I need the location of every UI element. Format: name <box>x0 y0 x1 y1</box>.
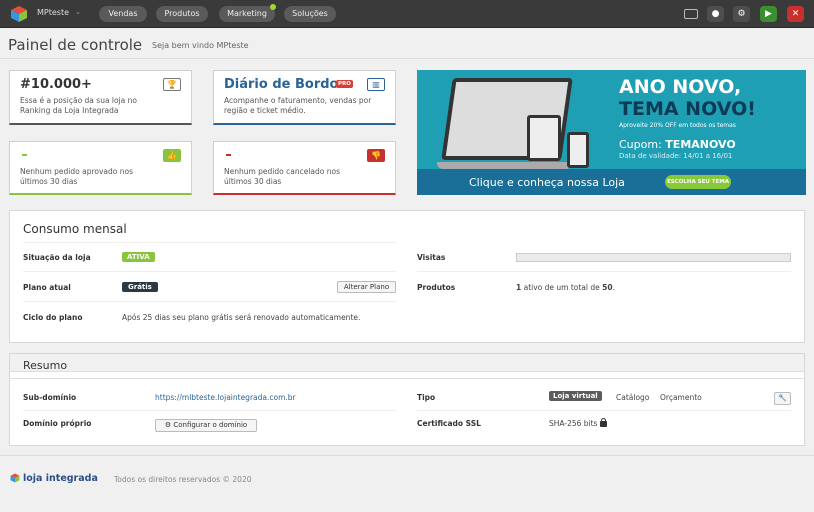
divider <box>23 271 396 272</box>
cancelados-desc: Nenhum pedido cancelado nos últimos 30 d… <box>224 167 341 186</box>
ranking-title: #10.000+ <box>20 77 92 92</box>
diario-card[interactable]: Diário de Bordo PRO Acompanhe o faturame… <box>213 70 396 125</box>
divider <box>23 410 396 411</box>
notification-dot <box>270 4 276 10</box>
banner-validity: Data de validade: 14/01 a 16/01 <box>619 152 733 160</box>
nav-solucoes[interactable]: Soluções <box>284 6 336 22</box>
pro-badge: PRO <box>336 80 353 88</box>
alterar-plano-button[interactable]: Alterar Plano <box>337 281 396 293</box>
configurar-dominio-button[interactable]: ⚙ Configurar o domínio <box>155 419 257 432</box>
nav-marketing[interactable]: Marketing <box>219 6 275 22</box>
ssl-value: SHA-256 bits <box>549 418 608 428</box>
page-title: Painel de controle <box>8 36 143 54</box>
laptop-base-image <box>437 162 572 169</box>
plano-badge: Grátis <box>122 282 158 292</box>
cancelados-dash <box>226 154 231 156</box>
diario-desc: Acompanhe o faturamento, vendas por regi… <box>224 96 372 115</box>
ssl-text: SHA-256 bits <box>549 419 598 428</box>
gear-icon[interactable]: ⚙ <box>733 6 750 22</box>
dominio-label: Domínio próprio <box>23 419 92 428</box>
divider <box>23 301 396 302</box>
choose-theme-button[interactable]: ESCOLHA SEU TEMA <box>665 175 731 189</box>
cancelados-card[interactable]: Nenhum pedido cancelado nos últimos 30 d… <box>213 141 396 195</box>
divider <box>417 410 791 411</box>
store-name[interactable]: MPteste <box>37 8 69 17</box>
footer-logo-icon <box>10 473 20 483</box>
ssl-label: Certificado SSL <box>417 419 481 428</box>
phone-image <box>567 132 589 168</box>
ciclo-label: Ciclo do plano <box>23 313 83 322</box>
visitas-label: Visitas <box>417 253 446 262</box>
tablet-image <box>527 115 561 161</box>
resumo-header <box>10 354 804 372</box>
banner-line1: ANO NOVO, <box>619 76 742 98</box>
store-caret-icon[interactable]: ⌄ <box>75 8 81 16</box>
thumbs-down-icon: 👎 <box>367 149 385 162</box>
tipo-loja-virtual[interactable]: Loja virtual <box>549 391 602 401</box>
banner-cta[interactable]: Clique e conheça nossa Loja <box>469 176 625 189</box>
ranking-card[interactable]: #10.000+ Essa é a posição da sua loja no… <box>9 70 192 125</box>
produtos-end: . <box>612 283 615 292</box>
divider <box>417 271 791 272</box>
lock-icon <box>600 418 608 427</box>
trophy-icon: 🏆 <box>163 78 181 91</box>
diario-title: Diário de Bordo <box>224 77 339 92</box>
resumo-title: Resumo <box>23 359 68 372</box>
produtos-value: 1 ativo de um total de 50. <box>516 283 615 292</box>
footer-divider <box>0 455 814 456</box>
footer-copyright: Todos os direitos reservados © 2020 <box>114 475 252 484</box>
divider <box>9 378 805 379</box>
ciclo-value: Após 25 dias seu plano grátis será renov… <box>122 313 361 322</box>
coupon-code: TEMANOVO <box>665 138 736 151</box>
nav-produtos[interactable]: Produtos <box>156 6 208 22</box>
close-icon[interactable]: ✕ <box>787 6 804 22</box>
wrench-icon[interactable]: 🔧 <box>774 392 791 405</box>
tipo-orcamento[interactable]: Orçamento <box>660 393 702 402</box>
aprovados-dash <box>22 154 27 156</box>
situacao-label: Situação da loja <box>23 253 91 262</box>
banner-line2: TEMA NOVO! <box>619 98 756 120</box>
aprovados-card[interactable]: Nenhum pedido aprovado nos últimos 30 di… <box>9 141 192 195</box>
divider <box>23 242 396 243</box>
tipo-catalogo[interactable]: Catálogo <box>616 393 649 402</box>
consumo-panel <box>9 210 805 343</box>
banner-small: Aproveite 20% OFF em todos os temas <box>619 122 736 129</box>
promo-banner[interactable]: ANO NOVO, TEMA NOVO! Aproveite 20% OFF e… <box>417 70 806 195</box>
screen-icon[interactable] <box>684 9 698 19</box>
aprovados-desc: Nenhum pedido aprovado nos últimos 30 di… <box>20 167 134 186</box>
logo-cube-icon[interactable] <box>10 5 28 23</box>
configurar-dominio-label: Configurar o domínio <box>173 421 248 429</box>
footer-brand[interactable]: loja integrada <box>23 473 98 484</box>
subdominio-label: Sub-domínio <box>23 393 77 402</box>
thumbs-up-icon: 👍 <box>163 149 181 162</box>
subdominio-link[interactable]: https://mlbteste.lojaintegrada.com.br <box>155 393 296 402</box>
page-subtitle: Seja bem vindo MPteste <box>152 41 249 50</box>
consumo-title: Consumo mensal <box>23 222 127 236</box>
produtos-mid: ativo de um total de <box>521 283 603 292</box>
play-icon[interactable]: ▶ <box>760 6 777 22</box>
tipo-label: Tipo <box>417 393 436 402</box>
banner-coupon: Cupom: TEMANOVO <box>619 138 736 151</box>
top-bar: MPteste ⌄ Vendas Produtos Marketing Solu… <box>0 0 814 28</box>
visitas-progress-bar <box>516 253 791 262</box>
nav-vendas[interactable]: Vendas <box>99 6 147 22</box>
produtos-label: Produtos <box>417 283 456 292</box>
chart-icon: ▥ <box>367 78 385 91</box>
coupon-label: Cupom: <box>619 138 662 151</box>
produtos-total: 50 <box>602 283 613 292</box>
divider <box>0 58 814 59</box>
situacao-badge: ATIVA <box>122 252 155 262</box>
eye-icon[interactable]: ● <box>707 6 724 22</box>
plano-label: Plano atual <box>23 283 71 292</box>
ranking-desc: Essa é a posição da sua loja no Ranking … <box>20 96 138 115</box>
